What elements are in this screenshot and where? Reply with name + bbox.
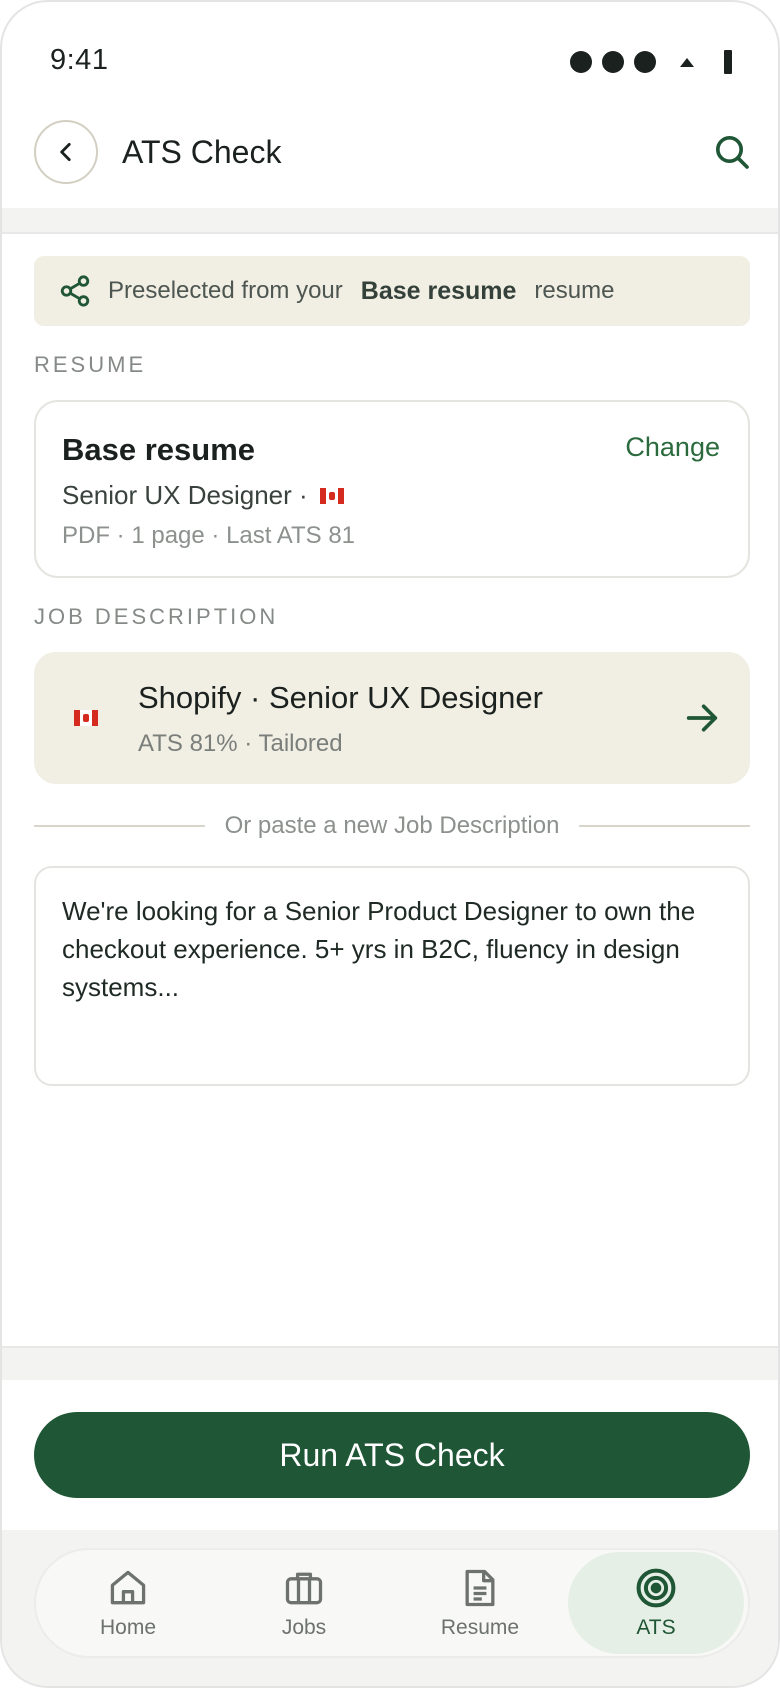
banner-prefix: Preselected from your bbox=[108, 277, 343, 304]
chevron-left-icon bbox=[60, 143, 71, 161]
canada-flag-icon bbox=[319, 487, 344, 504]
banner-suffix: resume bbox=[534, 277, 615, 304]
banner-resume-name: Base resume bbox=[360, 276, 517, 305]
job-subtitle: ATS 81% · Tailored bbox=[138, 730, 343, 757]
tab-home-label: Home bbox=[99, 1616, 157, 1639]
job-description-textarea[interactable] bbox=[34, 866, 750, 1086]
tab-bar-area: Home Jobs Resume ATS bbox=[2, 1530, 778, 1686]
status-time: 9:41 bbox=[50, 44, 109, 76]
target-icon bbox=[636, 1568, 676, 1608]
back-button[interactable] bbox=[34, 120, 98, 184]
document-icon bbox=[465, 1569, 495, 1607]
tab-bar: Home Jobs Resume ATS bbox=[34, 1548, 750, 1658]
job-card[interactable]: Shopify · Senior UX Designer ATS 81% · T… bbox=[34, 652, 750, 784]
resume-role-text: Senior UX Designer · bbox=[62, 480, 308, 510]
page-title: ATS Check bbox=[122, 134, 282, 170]
battery-icon bbox=[724, 50, 732, 74]
status-icons bbox=[570, 50, 732, 74]
resume-section-label: RESUME bbox=[34, 352, 147, 377]
bottom-divider bbox=[2, 1346, 778, 1380]
canada-flag-icon bbox=[74, 710, 98, 726]
tab-resume[interactable]: Resume bbox=[392, 1552, 568, 1654]
signal-dot-icon bbox=[602, 51, 624, 73]
arrow-right-icon bbox=[686, 704, 718, 732]
briefcase-icon bbox=[285, 1572, 323, 1605]
header: ATS Check bbox=[2, 112, 778, 208]
run-ats-check-button[interactable]: Run ATS Check bbox=[34, 1412, 750, 1498]
divider-line bbox=[579, 825, 751, 827]
header-divider bbox=[2, 208, 778, 234]
signal-dot-icon bbox=[634, 51, 656, 73]
wifi-icon bbox=[680, 57, 694, 67]
signal-dot-icon bbox=[570, 51, 592, 73]
tab-ats[interactable]: ATS bbox=[568, 1552, 744, 1654]
tab-jobs[interactable]: Jobs bbox=[216, 1552, 392, 1654]
resume-card: Base resume Change Senior UX Designer · … bbox=[34, 400, 750, 578]
job-section-label: JOB DESCRIPTION bbox=[34, 604, 279, 629]
tab-ats-label: ATS bbox=[636, 1616, 676, 1639]
share-icon bbox=[60, 275, 90, 307]
job-title: Shopify · Senior UX Designer bbox=[138, 680, 543, 715]
tab-resume-label: Resume bbox=[440, 1616, 520, 1639]
divider-line bbox=[34, 825, 205, 827]
resume-name: Base resume bbox=[62, 432, 256, 467]
or-divider-text: Or paste a new Job Description bbox=[224, 812, 560, 839]
home-icon bbox=[110, 1570, 146, 1605]
resume-role: Senior UX Designer · bbox=[62, 480, 344, 511]
preselected-banner: Preselected from your Base resume resume bbox=[34, 256, 750, 326]
or-divider: Or paste a new Job Description bbox=[34, 810, 751, 842]
resume-meta: PDF · 1 page · Last ATS 81 bbox=[62, 522, 356, 549]
tab-home[interactable]: Home bbox=[40, 1552, 216, 1654]
status-bar: 9:41 bbox=[2, 2, 778, 112]
phone-frame: 9:41 ATS Check Preselected from your Bas… bbox=[0, 0, 780, 1688]
change-resume-button[interactable]: Change bbox=[625, 432, 720, 463]
tab-jobs-label: Jobs bbox=[281, 1616, 327, 1639]
search-icon[interactable] bbox=[712, 132, 752, 172]
